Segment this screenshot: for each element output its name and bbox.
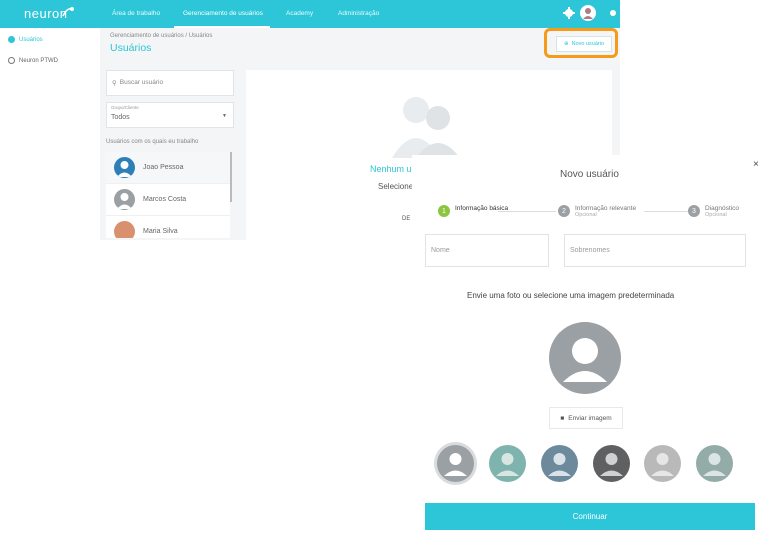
preset-avatar-2[interactable] — [489, 445, 526, 482]
step-basic-info[interactable]: 1 Informação básica — [438, 205, 508, 217]
list-item[interactable]: Maria Silva — [106, 216, 230, 238]
empty-state-title: Nenhum u — [370, 164, 412, 174]
sidebar-item-neuron-ptwd[interactable]: Neuron PTWD — [8, 57, 58, 64]
modal-title: Novo usuário — [560, 169, 619, 180]
step-optional-label: Opcional — [705, 212, 727, 218]
group-client-select[interactable]: Grupo/Cliente Todos ▼ — [106, 102, 234, 128]
user-list-heading: Usuários com os quais eu trabalho — [106, 139, 199, 145]
user-name: Joao Pessoa — [143, 164, 184, 171]
user-silhouette-icon — [651, 453, 674, 476]
user-avatar[interactable] — [580, 5, 596, 21]
list-scrollbar[interactable] — [230, 152, 232, 202]
preset-avatar-3[interactable] — [541, 445, 578, 482]
highlight-annotation — [544, 28, 618, 58]
user-name: Marcos Costa — [143, 196, 187, 203]
new-user-modal: Novo usuário × 1 Informação básica 2 Inf… — [412, 155, 768, 541]
select-value: Todos — [111, 114, 130, 121]
step-number: 3 — [688, 205, 700, 217]
continue-button[interactable]: Continuar — [425, 503, 755, 530]
last-name-field[interactable]: Sobrenomes — [564, 234, 746, 267]
list-item[interactable]: Marcos Costa — [106, 184, 230, 216]
user-silhouette-icon — [444, 453, 467, 476]
user-silhouette-icon — [563, 338, 607, 382]
step-label: Informação básica — [455, 205, 509, 212]
step-optional-label: Opcional — [575, 212, 597, 218]
list-item[interactable]: Joao Pessoa — [106, 152, 230, 184]
camera-icon: ■ — [560, 414, 565, 422]
step-number: 1 — [438, 205, 450, 217]
nav-item-administration[interactable]: Administração — [338, 10, 379, 17]
user-silhouette-icon — [600, 453, 623, 476]
breadcrumb[interactable]: Gerenciamento de usuários / Usuários — [110, 33, 212, 39]
user-list: Joao Pessoa Marcos Costa Maria Silva — [106, 152, 230, 238]
sidebar-item-label: Neuron PTWD — [19, 57, 59, 64]
preset-avatar-4[interactable] — [593, 445, 630, 482]
sidebar-item-users[interactable]: Usuários — [8, 36, 43, 43]
step-connector — [644, 211, 688, 212]
user-photo — [114, 221, 135, 238]
neuron-logo-icon — [62, 7, 74, 17]
avatar-preview — [549, 322, 621, 394]
users-panel: ⚲ Buscar usuário Grupo/Cliente Todos ▼ U… — [106, 70, 236, 238]
step-label: Informação relevante — [575, 205, 637, 212]
user-silhouette-icon — [548, 453, 571, 476]
user-silhouette-icon — [583, 8, 593, 19]
user-name: Maria Silva — [143, 228, 178, 235]
nav-item-workspace[interactable]: Área de trabalho — [112, 10, 160, 17]
user-avatar-icon — [114, 157, 135, 178]
settings-gear-icon[interactable] — [563, 7, 575, 19]
search-placeholder: Buscar usuário — [119, 79, 164, 86]
nav-item-user-management[interactable]: Gerenciamento de usuários — [183, 10, 263, 17]
preset-avatar-1[interactable] — [437, 445, 474, 482]
first-name-field[interactable]: Nome — [425, 234, 549, 267]
page-title: Usuários — [110, 42, 152, 54]
gear-icon — [8, 57, 15, 64]
sidebar: Usuários Neuron PTWD — [0, 28, 100, 541]
brand-badge-icon — [608, 5, 618, 20]
step-number: 2 — [558, 205, 570, 217]
user-silhouette-icon — [496, 453, 519, 476]
search-input[interactable]: ⚲ Buscar usuário — [106, 70, 234, 96]
upload-image-button[interactable]: ■ Enviar imagem — [549, 407, 623, 429]
chevron-down-icon: ▼ — [222, 113, 227, 119]
step-relevant-info[interactable]: 2 Informação relevante Opcional — [558, 205, 636, 219]
search-icon: ⚲ — [112, 80, 117, 87]
user-avatar-icon — [114, 189, 135, 210]
empty-state-subtitle: Selecione — [378, 182, 414, 191]
upload-image-label: Enviar imagem — [568, 414, 612, 422]
select-label: Grupo/Cliente — [111, 105, 139, 110]
users-placeholder-icon — [392, 97, 460, 158]
close-icon[interactable]: × — [753, 159, 759, 170]
sidebar-item-label: Usuários — [19, 36, 43, 43]
step-label: Diagnóstico — [705, 205, 739, 212]
top-navigation-bar: neuron Área de trabalho Gerenciamento de… — [0, 0, 620, 28]
app: neuron Área de trabalho Gerenciamento de… — [0, 0, 768, 541]
user-silhouette-icon — [703, 453, 726, 476]
photo-prompt: Envie uma foto ou selecione uma imagem p… — [467, 291, 675, 300]
preset-avatar-6[interactable] — [696, 445, 733, 482]
nav-item-academy[interactable]: Academy — [286, 10, 313, 17]
preset-avatar-5[interactable] — [644, 445, 681, 482]
step-diagnosis[interactable]: 3 Diagnóstico Opcional — [688, 205, 739, 219]
user-circle-icon — [8, 36, 15, 43]
